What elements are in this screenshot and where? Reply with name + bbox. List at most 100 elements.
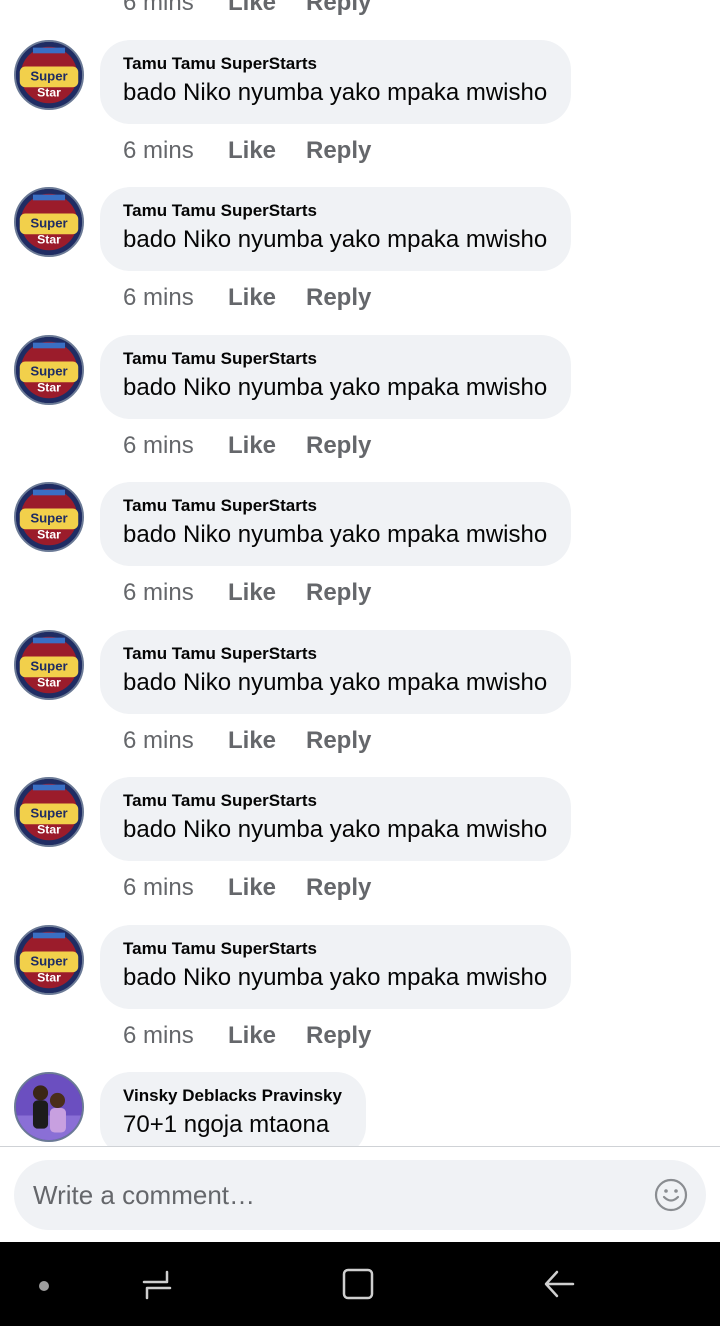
comment-item: Super Star Tamu Tamu SuperStarts bado Ni… <box>0 335 720 483</box>
comment-composer-bar <box>0 1146 720 1242</box>
home-square-icon[interactable] <box>338 1264 378 1304</box>
avatar[interactable]: Super Star <box>14 925 84 995</box>
comment-item: Super Star Tamu Tamu SuperStarts bado Ni… <box>0 40 720 188</box>
comment-time: 6 mins <box>123 0 194 16</box>
like-button[interactable]: Like <box>228 1022 306 1050</box>
comment-bubble[interactable]: Tamu Tamu SuperStarts bado Niko nyumba y… <box>100 335 572 419</box>
svg-text:Super: Super <box>30 216 67 231</box>
svg-text:Star: Star <box>37 676 61 690</box>
back-arrow-icon[interactable] <box>539 1264 579 1304</box>
avatar[interactable]: Super Star <box>14 40 84 110</box>
comment-text: bado Niko nyumba yako mpaka mwisho <box>123 79 548 106</box>
svg-text:Star: Star <box>37 971 61 985</box>
comment-author[interactable]: Tamu Tamu SuperStarts <box>123 644 547 664</box>
dot-icon[interactable] <box>24 1264 64 1304</box>
comment-actions: 6 mins Like Reply <box>123 278 371 318</box>
reply-button[interactable]: Reply <box>306 0 371 17</box>
comment-bubble[interactable]: Tamu Tamu SuperStarts bado Niko nyumba y… <box>100 482 572 566</box>
comment-time: 6 mins <box>123 874 194 901</box>
reply-button[interactable]: Reply <box>306 579 371 607</box>
comment-actions: 6 mins Like Reply <box>123 573 371 613</box>
comment-time: 6 mins <box>123 432 194 459</box>
svg-text:Star: Star <box>37 233 61 247</box>
comment-time: 6 mins <box>123 579 194 606</box>
svg-text:Super: Super <box>30 511 67 526</box>
comment-actions: 6 mins Like Reply <box>123 1016 371 1056</box>
comment-author[interactable]: Tamu Tamu SuperStarts <box>123 939 547 959</box>
superstar-logo-icon: Super Star <box>16 632 82 698</box>
superstar-logo-icon: Super Star <box>16 42 82 108</box>
comment-actions: 6 mins Like Reply <box>123 721 371 761</box>
comment-text: bado Niko nyumba yako mpaka mwisho <box>123 226 548 253</box>
comment-bubble[interactable]: Tamu Tamu SuperStarts bado Niko nyumba y… <box>100 777 572 861</box>
like-button[interactable]: Like <box>228 874 306 902</box>
avatar[interactable]: Super Star <box>14 335 84 405</box>
recent-apps-icon[interactable] <box>137 1264 177 1304</box>
comment-author[interactable]: Tamu Tamu SuperStarts <box>123 791 547 811</box>
comment-item: Super Star Tamu Tamu SuperStarts bado Ni… <box>0 630 720 778</box>
comment-text: bado Niko nyumba yako mpaka mwisho <box>123 964 548 991</box>
comment-time: 6 mins <box>123 1022 194 1049</box>
comment-bubble[interactable]: Tamu Tamu SuperStarts bado Niko nyumba y… <box>100 925 572 1009</box>
smiley-face-icon[interactable] <box>654 1178 688 1212</box>
svg-text:Star: Star <box>37 381 61 395</box>
system-navigation-bar <box>0 1242 720 1326</box>
svg-text:Star: Star <box>37 823 61 837</box>
reply-button[interactable]: Reply <box>306 874 371 902</box>
comment-author[interactable]: Tamu Tamu SuperStarts <box>123 54 547 74</box>
comment-item: Super Star Tamu Tamu SuperStarts bado Ni… <box>0 482 720 630</box>
comment-actions: 6 mins Like Reply <box>123 131 371 171</box>
comment-actions: 6 mins Like Reply <box>123 868 371 908</box>
svg-text:Super: Super <box>30 659 67 674</box>
comment-author[interactable]: Tamu Tamu SuperStarts <box>123 349 547 369</box>
comment-time: 6 mins <box>123 284 194 311</box>
reply-button[interactable]: Reply <box>306 727 371 755</box>
superstar-logo-icon: Super Star <box>16 337 82 403</box>
comment-time: 6 mins <box>123 727 194 754</box>
like-button[interactable]: Like <box>228 579 306 607</box>
comment-text: bado Niko nyumba yako mpaka mwisho <box>123 374 548 401</box>
comment-bubble[interactable]: Tamu Tamu SuperStarts bado Niko nyumba y… <box>100 187 572 271</box>
comment-bubble[interactable]: Vinsky Deblacks Pravinsky 70+1 ngoja mta… <box>100 1072 366 1146</box>
comment-bubble[interactable]: Tamu Tamu SuperStarts bado Niko nyumba y… <box>100 630 572 714</box>
comment-bubble[interactable]: Tamu Tamu SuperStarts bado Niko nyumba y… <box>100 40 572 124</box>
comment-time: 6 mins <box>123 137 194 164</box>
avatar[interactable]: Super Star <box>14 777 84 847</box>
comment-input[interactable] <box>33 1160 633 1230</box>
avatar[interactable]: Super Star <box>14 187 84 257</box>
svg-text:Star: Star <box>37 86 61 100</box>
comment-text: bado Niko nyumba yako mpaka mwisho <box>123 521 548 548</box>
comment-composer[interactable] <box>14 1160 706 1230</box>
reply-button[interactable]: Reply <box>306 1022 371 1050</box>
comment-author[interactable]: Tamu Tamu SuperStarts <box>123 201 547 221</box>
like-button[interactable]: Like <box>228 0 306 17</box>
user-photo-icon <box>16 1074 82 1140</box>
superstar-logo-icon: Super Star <box>16 927 82 993</box>
svg-text:Super: Super <box>30 806 67 821</box>
reply-button[interactable]: Reply <box>306 284 371 312</box>
comment-text: 70+1 ngoja mtaona <box>123 1111 330 1138</box>
comments-feed[interactable]: 6 mins Like Reply Super Star Tamu Tamu S… <box>0 0 720 1146</box>
svg-text:Super: Super <box>30 364 67 379</box>
avatar[interactable]: Super Star <box>14 482 84 552</box>
comment-actions-0: 6 mins Like Reply <box>123 0 371 23</box>
svg-text:Star: Star <box>37 528 61 542</box>
reply-button[interactable]: Reply <box>306 137 371 165</box>
avatar[interactable] <box>14 1072 84 1142</box>
comment-item: Super Star Tamu Tamu SuperStarts bado Ni… <box>0 777 720 925</box>
comment-item: Vinsky Deblacks Pravinsky 70+1 ngoja mta… <box>0 1072 720 1146</box>
comment-author[interactable]: Tamu Tamu SuperStarts <box>123 496 547 516</box>
reply-button[interactable]: Reply <box>306 432 371 460</box>
superstar-logo-icon: Super Star <box>16 779 82 845</box>
comment-author[interactable]: Vinsky Deblacks Pravinsky <box>123 1086 342 1106</box>
avatar[interactable]: Super Star <box>14 630 84 700</box>
comment-actions: 6 mins Like Reply <box>123 426 371 466</box>
comment-text: bado Niko nyumba yako mpaka mwisho <box>123 816 548 843</box>
svg-text:Super: Super <box>30 69 67 84</box>
comment-item: Super Star Tamu Tamu SuperStarts bado Ni… <box>0 925 720 1073</box>
like-button[interactable]: Like <box>228 284 306 312</box>
superstar-logo-icon: Super Star <box>16 189 82 255</box>
like-button[interactable]: Like <box>228 432 306 460</box>
like-button[interactable]: Like <box>228 137 306 165</box>
like-button[interactable]: Like <box>228 727 306 755</box>
